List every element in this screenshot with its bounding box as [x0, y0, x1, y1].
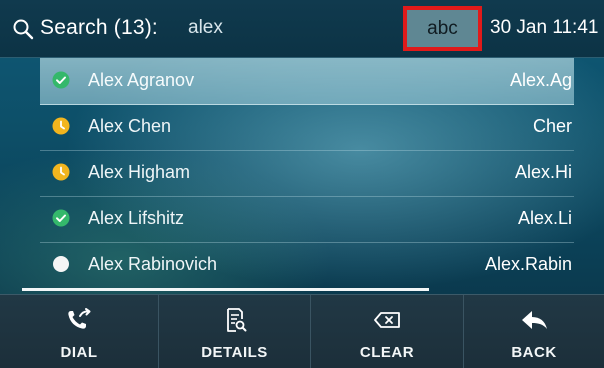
search-input[interactable]: alex [188, 17, 223, 39]
details-button[interactable]: DETAILS [159, 295, 311, 368]
search-icon [13, 19, 34, 40]
details-label: DETAILS [201, 344, 268, 361]
contact-id: Cher [532, 116, 572, 136]
contact-row[interactable]: Alex Rabinovich Alex.Rabin [40, 242, 574, 288]
date-time: 30 Jan 11:41 [490, 17, 599, 38]
contact-name: Alex Rabinovich [88, 254, 218, 274]
away-clock-icon [52, 163, 70, 181]
contact-id: Alex.Ag [509, 70, 572, 90]
contact-name: Alex Agranov [88, 70, 195, 90]
contact-name: Alex Lifshitz [88, 208, 185, 228]
scroll-indicator [22, 288, 429, 291]
contact-list: Alex Agranov Alex.Ag Alex Chen Cher Alex… [0, 58, 604, 290]
contact-id: Alex.Li [517, 208, 572, 228]
backspace-icon [374, 312, 400, 328]
dial-button[interactable]: DIAL [0, 295, 159, 368]
available-check-icon [52, 209, 70, 227]
contact-id: Alex.Hi [514, 162, 572, 182]
available-check-icon [52, 71, 70, 89]
contact-name: Alex Chen [88, 116, 172, 136]
clear-label: CLEAR [359, 344, 415, 361]
contact-row[interactable]: Alex Higham Alex.Hi [40, 150, 574, 197]
input-mode-label: abc [427, 18, 458, 39]
back-label: BACK [511, 344, 557, 361]
contact-row[interactable]: Alex Chen Cher [40, 104, 574, 151]
away-clock-icon [52, 117, 70, 135]
contact-row[interactable]: Alex Lifshitz Alex.Li [40, 196, 574, 243]
clear-button[interactable]: CLEAR [311, 295, 464, 368]
contact-id: Alex.Rabin [484, 254, 572, 274]
input-mode-button[interactable]: abc [403, 6, 482, 51]
contact-row[interactable]: Alex Agranov Alex.Ag [40, 58, 574, 105]
dial-label: DIAL [60, 344, 98, 361]
back-button[interactable]: BACK [464, 295, 604, 368]
offline-circle-icon [53, 256, 69, 272]
document-search-icon [226, 308, 246, 332]
contact-name: Alex Higham [88, 162, 191, 182]
phone-screen: Search (13): alex abc 30 Jan 11:41 Alex … [0, 0, 604, 368]
search-bar: Search (13): alex abc 30 Jan 11:41 [0, 0, 604, 58]
search-label: Search (13): [40, 16, 158, 39]
back-arrow-icon [522, 311, 547, 329]
softkey-bar: DIAL DETAILS CLEAR BACK [0, 294, 604, 368]
phone-transfer-icon [68, 308, 91, 329]
